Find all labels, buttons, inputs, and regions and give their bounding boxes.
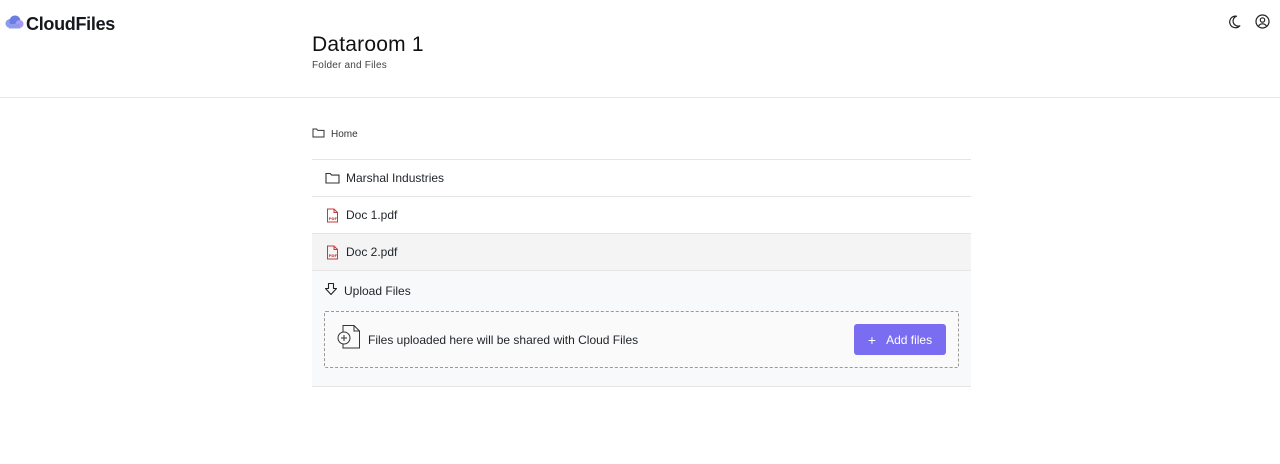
breadcrumb-home[interactable]: Home: [312, 124, 971, 144]
breadcrumb-label: Home: [331, 128, 358, 140]
header-divider: [0, 97, 1280, 98]
list-item-folder[interactable]: Marshal Industries: [312, 160, 971, 197]
page-subtitle: Folder and Files: [312, 60, 387, 71]
file-list: Marshal Industries PDF Doc 1.pdf PDF Doc…: [312, 159, 971, 387]
cloud-logo-icon: [5, 15, 24, 34]
page-title: Dataroom 1: [312, 33, 424, 56]
theme-toggle-button[interactable]: [1225, 14, 1243, 34]
list-item-file[interactable]: PDF Doc 1.pdf: [312, 197, 971, 234]
download-arrow-icon: [324, 282, 338, 301]
folder-icon: [324, 172, 340, 184]
pdf-file-icon: PDF: [324, 208, 340, 223]
page-header: Dataroom 1 Folder and Files: [312, 33, 424, 71]
add-files-button[interactable]: + Add files: [854, 324, 946, 355]
file-browser: Home Marshal Industries PDF Doc 1.pdf PD…: [312, 124, 971, 387]
upload-section: Upload Files Files uploaded here will be…: [312, 271, 971, 387]
user-circle-icon: [1254, 14, 1270, 34]
item-label: Marshal Industries: [346, 171, 445, 185]
account-button[interactable]: [1253, 14, 1271, 34]
app-name: CloudFiles: [26, 14, 116, 34]
folder-icon: [312, 125, 325, 143]
svg-text:PDF: PDF: [328, 215, 337, 220]
add-file-icon: [337, 324, 362, 355]
item-label: Doc 1.pdf: [346, 208, 398, 222]
svg-text:PDF: PDF: [328, 252, 337, 257]
plus-icon: +: [867, 331, 877, 348]
dropzone-hint: Files uploaded here will be shared with …: [368, 332, 639, 347]
file-dropzone[interactable]: Files uploaded here will be shared with …: [324, 311, 959, 368]
app-logo[interactable]: CloudFiles: [5, 14, 115, 35]
moon-icon: [1227, 15, 1241, 34]
item-label: Doc 2.pdf: [346, 245, 398, 259]
pdf-file-icon: PDF: [324, 245, 340, 260]
upload-title: Upload Files: [344, 284, 411, 298]
list-item-file[interactable]: PDF Doc 2.pdf: [312, 234, 971, 271]
add-files-label: Add files: [886, 332, 933, 347]
